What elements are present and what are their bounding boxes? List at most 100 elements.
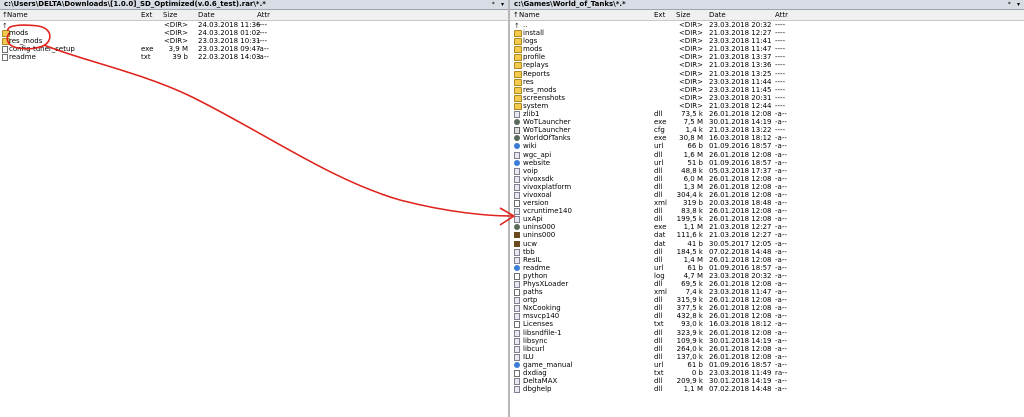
right-favorites-button[interactable]: * (1006, 0, 1013, 9)
file-row[interactable]: unins000 exe 1,1 M 21.03.2018 12:27 -a-- (510, 223, 1024, 231)
right-file-panel[interactable]: c:\Games\World_of_Tanks\*.* * ▾ ↑ Name E… (510, 0, 1024, 417)
file-row[interactable]: config-tuner_setup exe 3,9 M 23.03.2018 09:… (0, 45, 508, 54)
file-row[interactable]: ILU dll 137,0 k 26.01.2018 12:08 -a-- (510, 353, 1024, 361)
file-row[interactable]: readme txt 39 b 22.03.2018 14:03 -a-- (0, 53, 508, 62)
file-row[interactable]: NxCooking dll 377,5 k 26.01.2018 12:08 -a-- (510, 304, 1024, 313)
file-row[interactable]: replays <DIR> 21.03.2018 13:36 ---- (510, 61, 1024, 70)
file-attr: -a-- (775, 231, 787, 240)
file-row[interactable]: res <DIR> 23.03.2018 11:44 ---- (510, 78, 1024, 86)
file-attr: -a-- (775, 280, 787, 288)
dll-file-icon (514, 216, 520, 224)
file-row[interactable]: system <DIR> 21.03.2018 12:44 ---- (510, 102, 1024, 110)
file-row[interactable]: mods <DIR> 21.03.2018 11:47 ---- (510, 45, 1024, 54)
file-row[interactable]: ucw dat 41 b 30.05.2017 12:05 -a-- (510, 240, 1024, 248)
left-favorites-button[interactable]: * (490, 0, 497, 9)
file-row[interactable]: screenshots <DIR> 23.03.2018 20:31 ---- (510, 94, 1024, 102)
file-row[interactable]: vcruntime140 dll 83,8 k 26.01.2018 12:08 -a-… (510, 207, 1024, 216)
file-ext: dll (654, 312, 663, 321)
file-ext: dll (654, 296, 663, 305)
file-row[interactable]: ResIL dll 1,4 M 26.01.2018 12:08 -a-- (510, 256, 1024, 264)
file-row[interactable]: Licenses txt 93,0 k 16.03.2018 18:12 -a-- (510, 320, 1024, 329)
file-row[interactable]: profile <DIR> 21.03.2018 13:37 ---- (510, 53, 1024, 62)
left-path-bar[interactable]: c:\Users\DELTA\Downloads\[1.0.0]_SD_Opti… (0, 0, 508, 10)
file-ext: dat (654, 239, 666, 248)
left-col-attr[interactable]: Attr (257, 10, 270, 20)
right-col-name[interactable]: Name (519, 10, 540, 20)
left-col-size[interactable]: Size (163, 10, 177, 20)
file-row[interactable]: DeltaMAX dll 209,9 k 30.01.2018 14:19 -a-- (510, 377, 1024, 386)
file-date: 23.03.2018 09:47 (198, 45, 261, 54)
file-file-icon (514, 289, 520, 297)
file-row[interactable]: msvcp140 dll 432,8 k 26.01.2018 12:08 -a-- (510, 312, 1024, 321)
file-row[interactable]: python log 4,7 M 23.03.2018 20:32 -a-- (510, 272, 1024, 280)
file-row[interactable]: logs <DIR> 23.03.2018 11:41 ---- (510, 37, 1024, 46)
file-row[interactable]: WoTLauncher exe 7,5 M 30.01.2018 14:19 -a-- (510, 118, 1024, 126)
file-row[interactable]: zlib1 dll 73,5 k 26.01.2018 12:08 -a-- (510, 110, 1024, 119)
right-col-ext[interactable]: Ext (654, 10, 665, 20)
right-col-size[interactable]: Size (676, 10, 690, 20)
file-size: 199,5 k (676, 215, 703, 224)
file-row[interactable]: PhysXLoader dll 69,5 k 26.01.2018 12:08 -a-- (510, 280, 1024, 288)
left-col-date[interactable]: Date (198, 10, 215, 20)
file-date: 26.01.2018 12:08 (709, 344, 772, 353)
file-size: 3,9 M (168, 45, 188, 54)
file-name: ucw (523, 239, 538, 248)
file-row[interactable]: dxdiag txt 0 b 23.03.2018 11:49 ra-- (510, 369, 1024, 378)
file-row[interactable]: res_mods <DIR> 23.03.2018 11:45 ---- (510, 86, 1024, 94)
file-row[interactable]: uxApi dll 199,5 k 26.01.2018 12:08 -a-- (510, 215, 1024, 224)
dll-file-icon (514, 297, 520, 305)
file-attr: -a-- (775, 110, 787, 119)
file-row[interactable]: WoTLauncher cfg 1,4 k 21.03.2018 13:22 ---- (510, 126, 1024, 135)
file-size: 48,8 k (681, 166, 703, 175)
file-row[interactable]: Reports <DIR> 21.03.2018 13:25 ---- (510, 70, 1024, 78)
file-date: 30.01.2018 14:19 (709, 118, 772, 127)
file-row[interactable]: vivoxoal dll 304,4 k 26.01.2018 12:08 -a-- (510, 191, 1024, 199)
file-ext: dll (654, 166, 663, 175)
right-path-text: c:\Games\World_of_Tanks\*.* (514, 0, 626, 8)
file-date: 07.02.2018 14:48 (709, 247, 772, 256)
file-row[interactable]: ↑.. <DIR> 24.03.2018 11:36 ---- (0, 21, 508, 30)
file-row[interactable]: tbb dll 184,5 k 07.02.2018 14:48 -a-- (510, 248, 1024, 256)
file-attr: ---- (775, 101, 786, 110)
file-attr: -a-- (775, 304, 787, 313)
dll-file-icon (514, 337, 520, 345)
right-history-dropdown-icon[interactable]: ▾ (1015, 0, 1022, 9)
file-row[interactable]: mods <DIR> 24.03.2018 01:02 ---- (0, 29, 508, 38)
left-col-name[interactable]: Name (7, 10, 28, 20)
file-row[interactable]: ortp dll 315,9 k 26.01.2018 12:08 -a-- (510, 296, 1024, 305)
file-attr: -a-- (775, 158, 787, 167)
file-row[interactable]: libsync dll 109,9 k 30.01.2018 14:19 -a-- (510, 337, 1024, 345)
file-row[interactable]: WorldOfTanks exe 30,8 M 16.03.2018 18:12 -a-… (510, 134, 1024, 142)
file-name: logs (523, 37, 538, 46)
right-path-bar[interactable]: c:\Games\World_of_Tanks\*.* * ▾ (510, 0, 1024, 10)
file-row[interactable]: vivoxsdk dll 6,0 M 26.01.2018 12:08 -a-- (510, 175, 1024, 183)
file-row[interactable]: ↑.. <DIR> 23.03.2018 20:32 ---- (510, 21, 1024, 30)
file-row[interactable]: wgc_api dll 1,6 M 26.01.2018 12:08 -a-- (510, 151, 1024, 159)
file-row[interactable]: libcurl dll 264,0 k 26.01.2018 12:08 -a-- (510, 345, 1024, 353)
left-history-dropdown-icon[interactable]: ▾ (499, 0, 506, 9)
left-file-panel[interactable]: c:\Users\DELTA\Downloads\[1.0.0]_SD_Opti… (0, 0, 510, 417)
file-row[interactable]: voip dll 48,8 k 05.03.2018 17:37 -a-- (510, 167, 1024, 175)
right-col-date[interactable]: Date (709, 10, 726, 20)
file-row[interactable]: paths xml 7,4 k 23.03.2018 11:47 -a-- (510, 288, 1024, 297)
file-row[interactable]: unins000 dat 111,6 k 21.03.2018 12:27 -a-- (510, 231, 1024, 239)
file-row[interactable]: version xml 319 b 20.03.2018 18:48 -a-- (510, 199, 1024, 208)
file-row[interactable]: readme url 61 b 01.09.2016 18:57 -a-- (510, 264, 1024, 272)
file-row[interactable]: dbghelp dll 1,1 M 07.02.2018 14:48 -a-- (510, 385, 1024, 394)
file-row[interactable]: wiki url 66 b 01.09.2016 18:57 -a-- (510, 142, 1024, 150)
file-row[interactable]: install <DIR> 21.03.2018 12:27 ---- (510, 29, 1024, 38)
dll-file-icon (514, 167, 520, 175)
file-name: vcruntime140 (523, 207, 572, 216)
file-row[interactable]: website url 51 b 01.09.2016 18:57 -a-- (510, 159, 1024, 167)
file-row[interactable]: res_mods <DIR> 23.03.2018 10:31 ---- (0, 37, 508, 46)
link-file-icon (514, 159, 520, 166)
file-date: 21.03.2018 11:47 (709, 45, 772, 54)
file-attr: ---- (775, 93, 786, 102)
file-row[interactable]: libsndfile-1 dll 323,9 k 26.01.2018 12:08 -a… (510, 329, 1024, 337)
right-col-attr[interactable]: Attr (775, 10, 788, 20)
file-attr: -a-- (775, 150, 787, 159)
file-row[interactable]: vivoxplatform dll 1,3 M 26.01.2018 12:08 -a-… (510, 183, 1024, 191)
file-ext: txt (654, 369, 664, 378)
left-col-ext[interactable]: Ext (141, 10, 152, 20)
file-row[interactable]: game_manual url 61 b 01.09.2016 18:57 -a-- (510, 361, 1024, 369)
